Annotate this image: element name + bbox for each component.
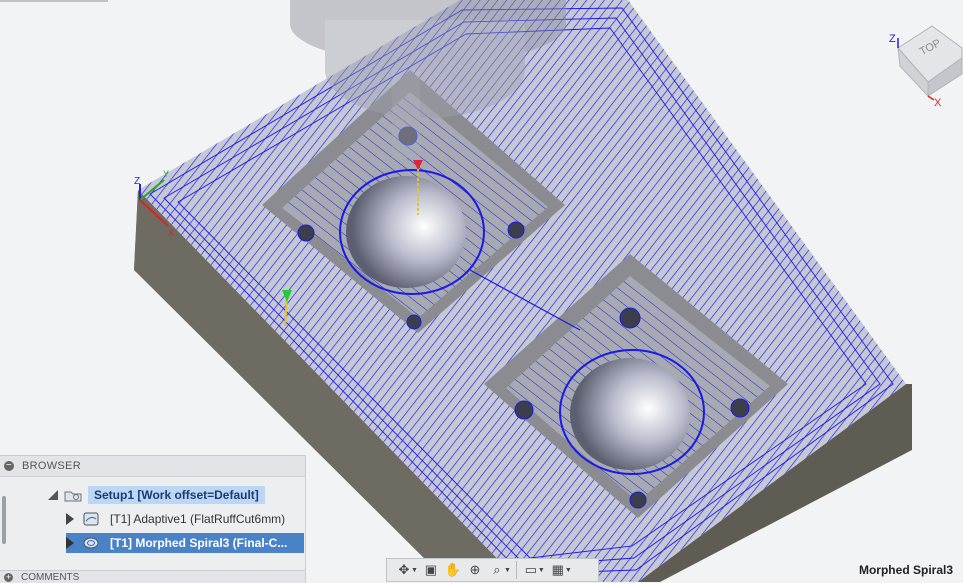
morphed-spiral-icon [82,536,100,550]
browser-panel: − BROWSER Setup1 [Work offset=Default] [… [0,455,306,583]
tree-item-adaptive1[interactable]: [T1] Adaptive1 (FlatRuffCut6mm) [66,509,289,529]
pocket-2-hole-right [730,398,750,418]
browser-collapse-icon[interactable]: − [4,461,14,471]
setup-folder-icon [64,488,82,502]
origin-x-label: X [168,228,174,238]
navigation-toolbar: ✥ ▼ ▣ ✋ ⊕ ⌕ ▼ ▭ ▼ ▦ ▼ [386,558,599,582]
tree-item-morphed-spiral3[interactable]: [T1] Morphed Spiral3 (Final-C... [66,533,304,553]
expand-down-icon[interactable] [48,490,58,500]
viewport-scroll-indicator [0,0,108,2]
comments-panel[interactable]: + COMMENTS [0,570,305,583]
zoom-icon[interactable]: ⊕ [464,561,486,579]
browser-title: BROWSER [22,460,81,472]
tree-item-setup1[interactable]: Setup1 [Work offset=Default] [48,485,265,505]
origin-z-label: Z [134,176,140,187]
adaptive1-label: [T1] Adaptive1 (FlatRuffCut6mm) [110,512,286,526]
toolbar-divider [515,561,517,579]
chevron-down-icon[interactable]: ▼ [411,567,418,574]
pocket-1-hole-right [507,221,525,239]
pocket-1-hole-left [297,224,315,242]
pocket-2-hole-top [619,307,641,329]
active-operation-status: Morphed Spiral3 [858,563,953,577]
dome-1 [346,176,466,288]
browser-header[interactable]: − BROWSER [0,456,305,477]
morphed-spiral3-label: [T1] Morphed Spiral3 (Final-C... [110,536,288,550]
adaptive-toolpath-icon [82,512,100,526]
look-at-icon[interactable]: ▣ [420,561,442,579]
setup1-label: Setup1 [Work offset=Default] [88,486,265,504]
chevron-down-icon[interactable]: ▼ [565,567,572,574]
comments-expand-icon[interactable]: + [4,572,13,582]
view-cube-z-label: Z [889,33,896,45]
origin-y-label: Y [163,169,169,179]
chevron-down-icon[interactable]: ▼ [504,567,511,574]
expand-right-icon[interactable] [66,513,74,525]
view-cube[interactable]: TOP Z X [889,25,963,109]
expand-right-icon[interactable] [66,537,74,549]
pocket-1-hole-bottom [406,314,422,330]
pocket-2-hole-bottom [629,491,647,509]
comments-title: COMMENTS [21,571,80,583]
pocket-2-hole-left [514,400,534,420]
view-cube-x-label: X [934,97,942,109]
pan-icon[interactable]: ✋ [442,561,464,579]
chevron-down-icon[interactable]: ▼ [538,567,545,574]
dome-2 [570,358,690,470]
browser-scrollbar[interactable] [2,496,6,544]
